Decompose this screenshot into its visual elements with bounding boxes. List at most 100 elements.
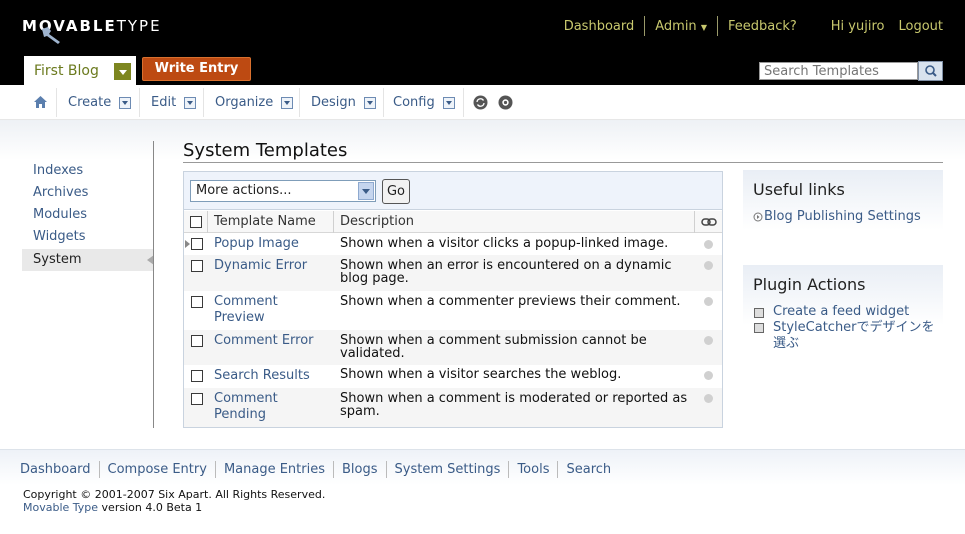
sidebar-item-archives[interactable]: Archives [22, 182, 154, 204]
admin-link[interactable]: Admin ▼ [645, 19, 717, 34]
refresh-icon[interactable] [473, 95, 488, 110]
user-greeting[interactable]: Hi yujiro [821, 19, 889, 34]
view-icon[interactable] [498, 95, 513, 110]
plugin-icon [754, 323, 764, 333]
blog-dropdown-button[interactable] [114, 63, 131, 80]
blog-selector[interactable]: First Blog [24, 56, 136, 85]
chevron-down-icon [281, 96, 294, 109]
home-icon[interactable] [33, 95, 48, 109]
nav-design-label: Design [311, 95, 356, 110]
version-text: version 4.0 Beta 1 [101, 501, 203, 514]
footer-link-blogs[interactable]: Blogs [334, 462, 386, 477]
column-header-name[interactable]: Template Name [214, 214, 316, 229]
template-description: Shown when an error is encountered on a … [340, 258, 672, 286]
templates-listing: More actions... Go Template Name Descrip… [183, 171, 723, 428]
movabletype-logo[interactable]: MOVABLETYPE [22, 17, 162, 44]
create-feed-widget-link[interactable]: Create a feed widget [773, 304, 909, 320]
table-row[interactable]: Dynamic Error Shown when an error is enc… [184, 255, 722, 291]
header: MOVABLETYPE Dashboard Admin ▼ Feedback? … [0, 0, 965, 85]
footer-nav: Dashboard Compose Entry Manage Entries B… [20, 461, 619, 478]
row-checkbox[interactable] [191, 238, 203, 250]
footer-link-manage-entries[interactable]: Manage Entries [216, 462, 333, 477]
footer-link-tools[interactable]: Tools [509, 462, 557, 477]
row-checkbox[interactable] [191, 335, 203, 347]
dashboard-link[interactable]: Dashboard [554, 19, 645, 34]
chevron-down-icon: ▼ [700, 22, 707, 32]
table-row[interactable]: Comment Pending Shown when a comment is … [184, 388, 722, 427]
table-row[interactable]: Popup Image Shown when a visitor clicks … [184, 234, 722, 255]
nav-edit-label: Edit [151, 95, 177, 110]
nav-organize-label: Organize [215, 95, 274, 110]
template-name-link[interactable]: Comment Pending [214, 391, 294, 423]
row-checkbox[interactable] [191, 296, 203, 308]
row-pointer-icon [185, 240, 190, 248]
status-dot-icon [704, 371, 713, 380]
row-checkbox[interactable] [191, 370, 203, 382]
actions-bar: More actions... Go [184, 172, 722, 210]
search-input[interactable] [759, 62, 918, 80]
table-row[interactable]: Search Results Shown when a visitor sear… [184, 365, 722, 388]
table-header: Template Name Description [184, 211, 722, 233]
search-button[interactable] [918, 61, 943, 81]
footer-link-search[interactable]: Search [558, 462, 619, 477]
link-icon [701, 218, 717, 226]
template-name-link[interactable]: Comment Error [214, 333, 314, 349]
template-name-link[interactable]: Search Results [214, 368, 310, 384]
blog-publishing-settings-link[interactable]: Blog Publishing Settings [764, 209, 921, 225]
footer: Dashboard Compose Entry Manage Entries B… [0, 449, 965, 534]
nav-design[interactable]: Design [311, 85, 376, 120]
template-type-sidebar: Indexes Archives Modules Widgets System [22, 160, 154, 271]
status-dot-icon [704, 394, 713, 403]
main-nav: Create Edit Organize Design Config [0, 85, 965, 120]
template-name-link[interactable]: Dynamic Error [214, 258, 307, 274]
footer-link-dashboard[interactable]: Dashboard [20, 462, 99, 477]
nav-organize[interactable]: Organize [215, 85, 294, 120]
row-checkbox[interactable] [191, 393, 203, 405]
row-checkbox[interactable] [191, 260, 203, 272]
footer-link-compose-entry[interactable]: Compose Entry [100, 462, 215, 477]
logo-text-left: MOVABLE [22, 17, 117, 35]
plugin-actions-widget: Plugin Actions Create a feed widget Styl… [743, 265, 943, 361]
table-row[interactable]: Comment Preview Shown when a commenter p… [184, 291, 722, 330]
search-icon [925, 65, 937, 77]
plugin-icon [754, 308, 764, 318]
useful-links-widget: Useful links Blog Publishing Settings [743, 170, 943, 242]
status-dot-icon [704, 240, 713, 249]
logo-text-right: TYPE [116, 17, 162, 35]
stylecatcher-link[interactable]: StyleCatcherでデザインを選ぶ [773, 320, 938, 352]
column-header-description[interactable]: Description [340, 214, 414, 229]
go-button[interactable]: Go [382, 179, 410, 204]
table-row[interactable]: Comment Error Shown when a comment submi… [184, 330, 722, 365]
status-dot-icon [704, 297, 713, 306]
status-dot-icon [704, 261, 713, 270]
admin-link-label: Admin [655, 18, 697, 34]
blog-name: First Blog [34, 63, 99, 79]
sidebar-item-widgets[interactable]: Widgets [22, 226, 154, 248]
write-entry-button[interactable]: Write Entry [142, 57, 251, 81]
title-divider [183, 162, 943, 163]
feedback-link[interactable]: Feedback? [718, 19, 807, 34]
logout-link[interactable]: Logout [888, 19, 943, 34]
nav-create[interactable]: Create [68, 85, 132, 120]
arrow-circle-icon [753, 212, 763, 222]
useful-links-title: Useful links [753, 180, 845, 199]
copyright: Copyright © 2001-2007 Six Apart. All Rig… [23, 488, 325, 514]
sidebar-item-system[interactable]: System [22, 249, 154, 271]
more-actions-select[interactable]: More actions... [190, 180, 376, 202]
template-description: Shown when a visitor clicks a popup-link… [340, 236, 669, 251]
select-all-checkbox[interactable] [190, 216, 202, 228]
template-name-link[interactable]: Comment Preview [214, 294, 294, 326]
sidebar-item-modules[interactable]: Modules [22, 204, 154, 226]
footer-link-system-settings[interactable]: System Settings [387, 462, 509, 477]
nav-edit[interactable]: Edit [151, 85, 197, 120]
template-name-link[interactable]: Popup Image [214, 236, 299, 252]
status-dot-icon [704, 336, 713, 345]
movable-type-link[interactable]: Movable Type [23, 501, 98, 514]
wrench-icon [42, 27, 60, 44]
copyright-text: Copyright © 2001-2007 Six Apart. All Rig… [23, 488, 326, 501]
sidebar-item-indexes[interactable]: Indexes [22, 160, 154, 182]
nav-config[interactable]: Config [393, 85, 455, 120]
plugin-actions-title: Plugin Actions [753, 275, 866, 294]
more-actions-value: More actions... [196, 183, 292, 198]
nav-create-label: Create [68, 95, 112, 110]
